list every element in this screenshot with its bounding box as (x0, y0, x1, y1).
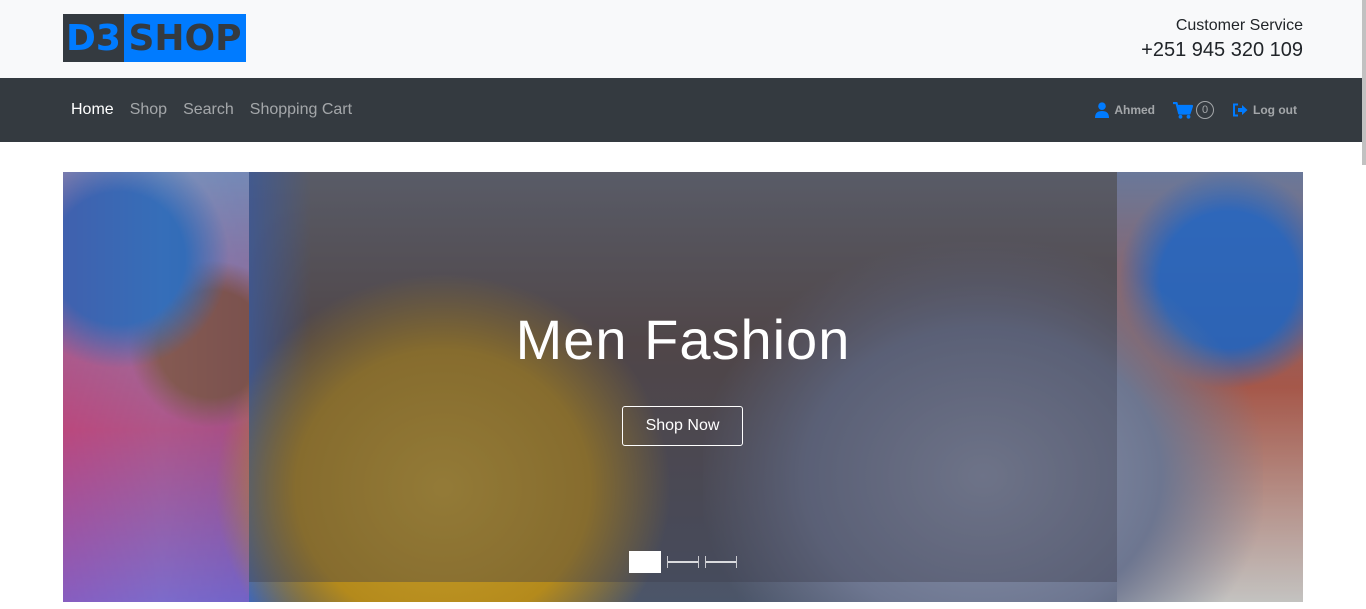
nav-link-home[interactable]: Home (63, 101, 122, 119)
sign-out-icon (1232, 103, 1248, 117)
nav-link-shopping-cart[interactable]: Shopping Cart (242, 101, 360, 119)
carousel-indicator-1[interactable] (629, 551, 661, 573)
page-scrollbar[interactable] (1362, 0, 1366, 165)
carousel-indicator-2[interactable] (667, 556, 699, 568)
customer-service-phone: +251 945 320 109 (1141, 39, 1303, 61)
nav-links: Home Shop Search Shopping Cart (63, 78, 360, 142)
customer-service-label: Customer Service (1175, 17, 1303, 34)
customer-service: Customer Service +251 945 320 109 (1141, 16, 1303, 64)
shopping-cart-icon (1173, 101, 1194, 119)
logout-label: Log out (1253, 103, 1297, 117)
nav-link-shop[interactable]: Shop (122, 101, 175, 119)
shop-now-button[interactable]: Shop Now (622, 406, 743, 446)
logo-text-d3: D3 (63, 14, 124, 62)
logout-link[interactable]: Log out (1220, 103, 1303, 117)
carousel-indicator-3[interactable] (705, 556, 737, 568)
main-navbar: Home Shop Search Shopping Cart Ahmed 0 L… (0, 78, 1366, 142)
user-name: Ahmed (1114, 103, 1156, 117)
top-header: D3 SHOP Customer Service +251 945 320 10… (0, 0, 1366, 78)
nav-link-search[interactable]: Search (175, 101, 242, 119)
user-account-link[interactable]: Ahmed (1083, 102, 1161, 118)
hero-carousel: Men Fashion Shop Now (63, 172, 1303, 602)
logo-text-shop: SHOP (124, 14, 246, 62)
hero-caption-overlay (249, 172, 1117, 582)
nav-user-actions: Ahmed 0 Log out (1083, 78, 1303, 142)
cart-count-badge: 0 (1196, 101, 1215, 119)
hero-title: Men Fashion (515, 308, 851, 371)
site-logo[interactable]: D3 SHOP (63, 14, 246, 62)
cart-link[interactable]: 0 (1161, 101, 1220, 119)
carousel-indicators (629, 551, 737, 573)
user-icon (1095, 102, 1110, 118)
